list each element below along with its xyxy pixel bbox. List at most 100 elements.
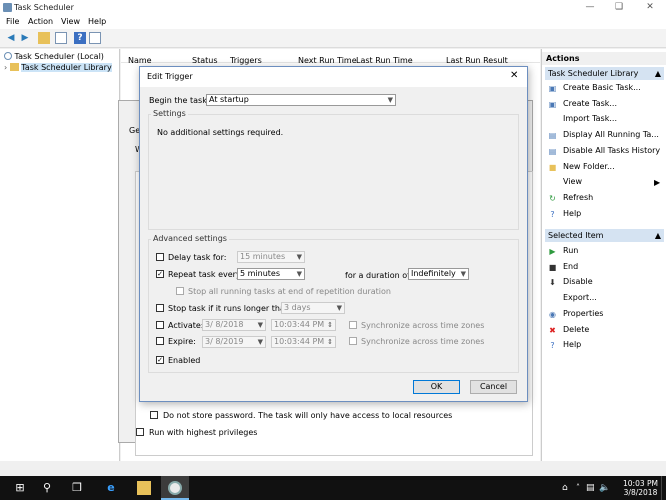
create-basic-task-icon: ▣	[548, 84, 557, 93]
taskbar: ⊞ ⚲ ❒ e ⌂ ˄ ▤ 🔈 10:03 PM 3/8/2018	[0, 476, 666, 500]
folder-up-icon[interactable]	[38, 32, 50, 44]
repeat-task-label: Repeat task every:	[168, 270, 243, 279]
action-item[interactable]: ? Help	[548, 208, 581, 220]
chevron-down-icon: ▼	[387, 96, 393, 104]
create-task-icon: ▣	[548, 99, 557, 109]
network-icon[interactable]: ▤	[586, 483, 595, 493]
show-action-pane-icon[interactable]	[89, 32, 101, 44]
activate-checkbox[interactable]	[156, 321, 164, 329]
console-tree: Task Scheduler (Local) › Task Scheduler …	[0, 49, 120, 461]
back-arrow-icon[interactable]: ◀	[5, 32, 17, 44]
settings-group-label: Settings	[151, 109, 188, 118]
column-last-run[interactable]: Last Run Time	[356, 56, 413, 65]
begin-task-select[interactable]: At startup ▼	[206, 94, 396, 106]
action-item[interactable]: View	[548, 176, 582, 188]
collapse-icon[interactable]: ▲	[655, 229, 661, 242]
column-triggers[interactable]: Triggers	[230, 56, 262, 65]
search-icon[interactable]: ⚲	[40, 481, 54, 495]
activate-date-picker[interactable]: 3/ 8/2018 ▼	[202, 319, 266, 331]
chevron-right-icon[interactable]: ›	[4, 63, 7, 72]
action-item[interactable]: Export...	[548, 292, 597, 304]
action-item[interactable]: ◉ Properties	[548, 308, 603, 320]
action-item[interactable]: ▤ Display All Running Ta...	[548, 129, 659, 141]
forward-arrow-icon[interactable]: ▶	[19, 32, 31, 44]
column-last-result[interactable]: Last Run Result	[446, 56, 508, 65]
column-status[interactable]: Status	[192, 56, 218, 65]
ok-button[interactable]: OK	[413, 380, 460, 394]
column-next-run[interactable]: Next Run Time	[298, 56, 357, 65]
properties-icon: ◉	[549, 309, 556, 319]
collapse-icon[interactable]: ▲	[655, 67, 661, 80]
expire-checkbox[interactable]	[156, 337, 164, 345]
chevron-up-icon[interactable]: ˄	[576, 483, 580, 492]
actions-section-library[interactable]: Task Scheduler Library ▲	[545, 67, 664, 80]
show-hide-pane-icon[interactable]	[55, 32, 67, 44]
action-item[interactable]: ⬇ Disable	[548, 276, 593, 288]
duration-select[interactable]: Indefinitely ▼	[408, 268, 469, 280]
stop-running-checkbox[interactable]	[176, 287, 184, 295]
folder-icon	[9, 63, 19, 71]
system-clock[interactable]: 10:03 PM 3/8/2018	[623, 479, 658, 497]
action-item[interactable]: ■ New Folder...	[548, 161, 615, 173]
action-item[interactable]: ▣ Create Task...	[548, 98, 617, 110]
stop-longer-select[interactable]: 3 days ▼	[281, 302, 345, 314]
menu-help[interactable]: Help	[88, 17, 106, 26]
column-name[interactable]: Name	[128, 56, 152, 65]
chevron-down-icon: ▼	[296, 270, 302, 278]
expire-sync-checkbox[interactable]	[349, 337, 357, 345]
menu-view[interactable]: View	[61, 17, 80, 26]
delay-task-select[interactable]: 15 minutes ▼	[237, 251, 305, 263]
activate-time-spinner[interactable]: 10:03:44 PM ⇕	[271, 319, 336, 331]
highest-privileges-checkbox[interactable]	[136, 428, 144, 436]
dialog-title-bar: Edit Trigger ✕	[140, 67, 527, 87]
action-item[interactable]: ↻ Refresh	[548, 192, 593, 204]
maximize-icon[interactable]: ❑	[612, 2, 626, 14]
task-view-icon[interactable]: ❒	[70, 481, 84, 495]
clock-icon	[168, 481, 182, 495]
delete-icon: ✖	[549, 325, 556, 335]
file-explorer-icon[interactable]	[137, 481, 151, 495]
minimize-icon[interactable]: —	[583, 2, 597, 14]
run-icon: ▶	[549, 247, 556, 256]
help-icon[interactable]: ?	[74, 32, 86, 44]
windows-start-icon[interactable]: ⊞	[13, 481, 27, 495]
store-password-checkbox[interactable]	[150, 411, 158, 419]
actions-section-selected[interactable]: Selected Item ▲	[545, 229, 664, 242]
edge-browser-icon[interactable]: e	[104, 481, 118, 495]
action-item[interactable]: Import Task...	[548, 113, 617, 125]
delay-task-checkbox[interactable]	[156, 253, 164, 261]
action-item[interactable]: ✖ Delete	[548, 324, 589, 336]
enabled-checkbox[interactable]: ✓	[156, 356, 164, 364]
clock-date: 3/8/2018	[623, 488, 658, 497]
menu-action[interactable]: Action	[28, 17, 53, 26]
task-scheduler-taskbar-button[interactable]	[161, 476, 189, 500]
stop-longer-label: Stop task if it runs longer than:	[168, 304, 293, 313]
repeat-task-select[interactable]: 5 minutes ▼	[237, 268, 305, 280]
expire-time-spinner[interactable]: 10:03:44 PM ⇕	[271, 336, 336, 348]
activate-sync-checkbox[interactable]	[349, 321, 357, 329]
activate-sync-label: Synchronize across time zones	[361, 321, 485, 330]
action-item[interactable]: ▤ Disable All Tasks History	[548, 145, 660, 157]
action-item[interactable]: ▶ Run	[548, 245, 578, 257]
action-item[interactable]: ▣ Create Basic Task...	[548, 82, 641, 94]
folder-icon: ■	[548, 162, 557, 172]
menu-file[interactable]: File	[6, 17, 19, 26]
tree-item-library[interactable]: › Task Scheduler Library	[4, 63, 112, 74]
cancel-button[interactable]: Cancel	[470, 380, 517, 394]
action-label: Run	[563, 246, 579, 255]
close-icon[interactable]: ✕	[643, 2, 657, 14]
calendar-dropdown-icon: ▼	[257, 321, 263, 329]
action-label: Import Task...	[563, 114, 617, 124]
close-icon[interactable]: ✕	[510, 70, 518, 81]
tree-item-root[interactable]: Task Scheduler (Local)	[4, 52, 104, 63]
expire-date-picker[interactable]: 3/ 8/2019 ▼	[202, 336, 266, 348]
stop-longer-checkbox[interactable]	[156, 304, 164, 312]
repeat-task-checkbox[interactable]: ✓	[156, 270, 164, 278]
people-icon[interactable]: ⌂	[562, 483, 568, 493]
volume-muted-icon[interactable]: 🔈	[599, 483, 610, 493]
chevron-down-icon: ▼	[296, 253, 302, 261]
action-item[interactable]: ■ End	[548, 261, 578, 273]
action-item[interactable]: ? Help	[548, 339, 581, 351]
window-title: Task Scheduler	[14, 3, 74, 12]
show-desktop-button[interactable]	[661, 476, 666, 500]
